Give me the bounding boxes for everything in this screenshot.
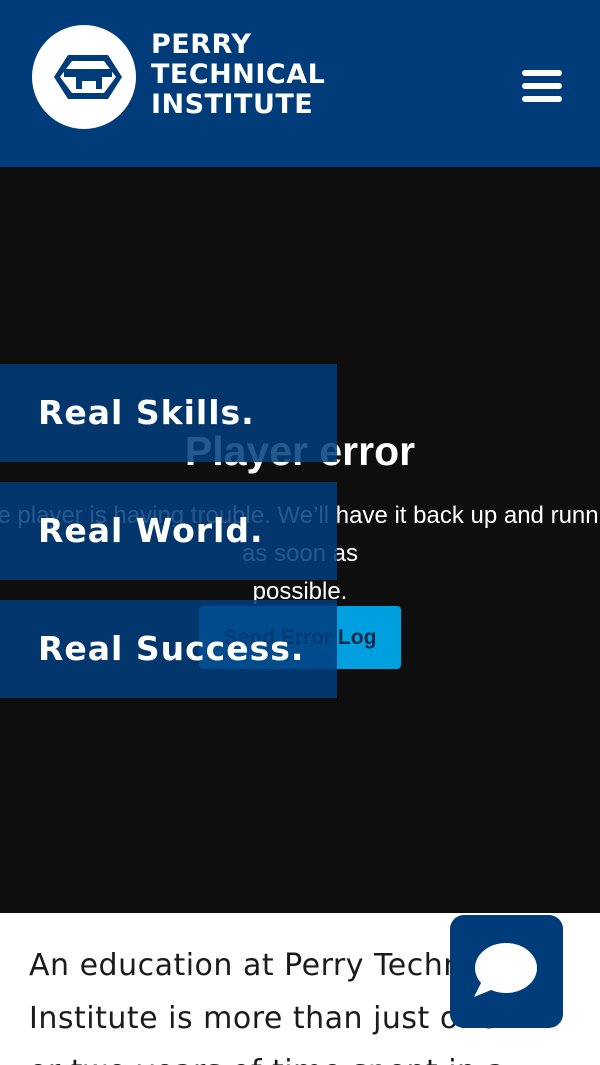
chat-bubble-icon <box>474 943 537 997</box>
tagline-real-world: Real World. <box>0 482 337 580</box>
tagline-real-skills: Real Skills. <box>0 364 337 462</box>
hamburger-menu-icon[interactable] <box>518 66 566 106</box>
menu-bar <box>522 70 562 76</box>
menu-bar <box>522 83 562 89</box>
logo-wordmark[interactable]: PERRY TECHNICAL INSTITUTE <box>151 30 325 120</box>
site-header: PERRY TECHNICAL INSTITUTE <box>0 0 600 167</box>
logo-line-institute: INSTITUTE <box>151 89 314 120</box>
menu-bar <box>522 96 562 102</box>
logo-line-technical: TECHNICAL <box>151 59 326 90</box>
tagline-real-success: Real Success. <box>0 600 337 698</box>
chat-button[interactable] <box>450 915 563 1028</box>
intro-line: or two years of time spent in a <box>29 1045 589 1065</box>
hero-video: Player error The player is having troubl… <box>0 167 600 913</box>
logo-icon <box>54 55 122 99</box>
logo-line-perry: PERRY <box>151 29 252 60</box>
logo-emblem[interactable] <box>32 25 136 129</box>
